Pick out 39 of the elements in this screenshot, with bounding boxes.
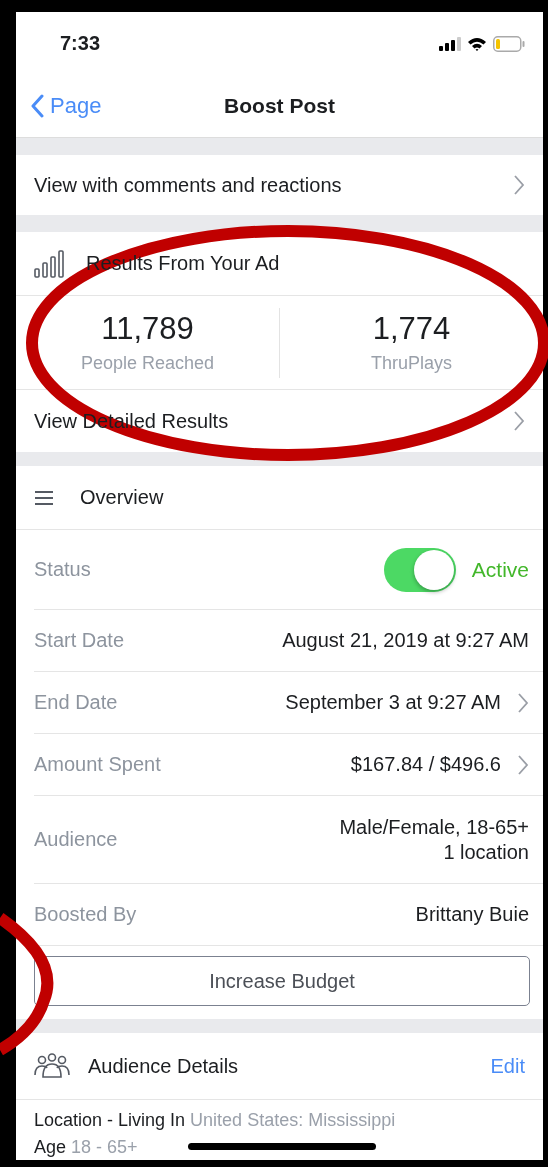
field-value: September 3 at 9:27 AM	[285, 690, 501, 715]
chevron-icon	[513, 174, 525, 196]
people-icon	[34, 1053, 70, 1079]
detail-value: United States: Mississippi	[190, 1110, 396, 1131]
chevron-icon[interactable]	[517, 753, 529, 776]
stat-value: 1,774	[372, 311, 451, 347]
section-title: Overview	[80, 486, 164, 509]
detail-label: Age	[34, 1137, 67, 1158]
field-label: Audience	[34, 828, 118, 851]
signal-icon	[439, 36, 461, 51]
increase-budget-button[interactable]: Increase Budget	[34, 956, 530, 1006]
field-label: End Date	[34, 691, 118, 714]
detail-value: 18 - 65+	[71, 1137, 138, 1158]
field-label: Status	[34, 558, 91, 581]
view-comments-row[interactable]: View with comments and reactions	[16, 155, 543, 215]
back-chevron-icon	[30, 94, 44, 118]
field-label: Amount Spent	[34, 753, 161, 776]
status-value: Active	[471, 557, 529, 582]
menu-icon	[34, 489, 54, 506]
field-value: $167.84 / $496.6	[350, 752, 501, 777]
row-label: View with comments and reactions	[34, 173, 342, 197]
status-toggle[interactable]	[383, 547, 456, 592]
stat-label: ThruPlays	[371, 353, 452, 374]
field-value: Male/Female, 18-65+	[339, 814, 529, 840]
screen-title: Boost Post	[224, 94, 335, 118]
chevron-icon	[513, 410, 525, 432]
section-title: Audience Details	[88, 1054, 239, 1078]
status-time: 7:33	[60, 32, 101, 55]
detail-label: Location - Living In	[34, 1110, 186, 1131]
chevron-icon[interactable]	[517, 691, 529, 714]
stat-label: People Reached	[80, 353, 215, 374]
wifi-icon	[467, 36, 487, 51]
stat-value: 11,789	[101, 311, 194, 347]
field-label: Boosted By	[34, 903, 137, 926]
battery-icon	[493, 35, 525, 52]
field-value: Brittany Buie	[415, 902, 529, 927]
field-value: August 21, 2019 at 9:27 AM	[282, 628, 529, 653]
field-value: 1 location	[443, 839, 529, 865]
field-label: Start Date	[34, 629, 125, 652]
